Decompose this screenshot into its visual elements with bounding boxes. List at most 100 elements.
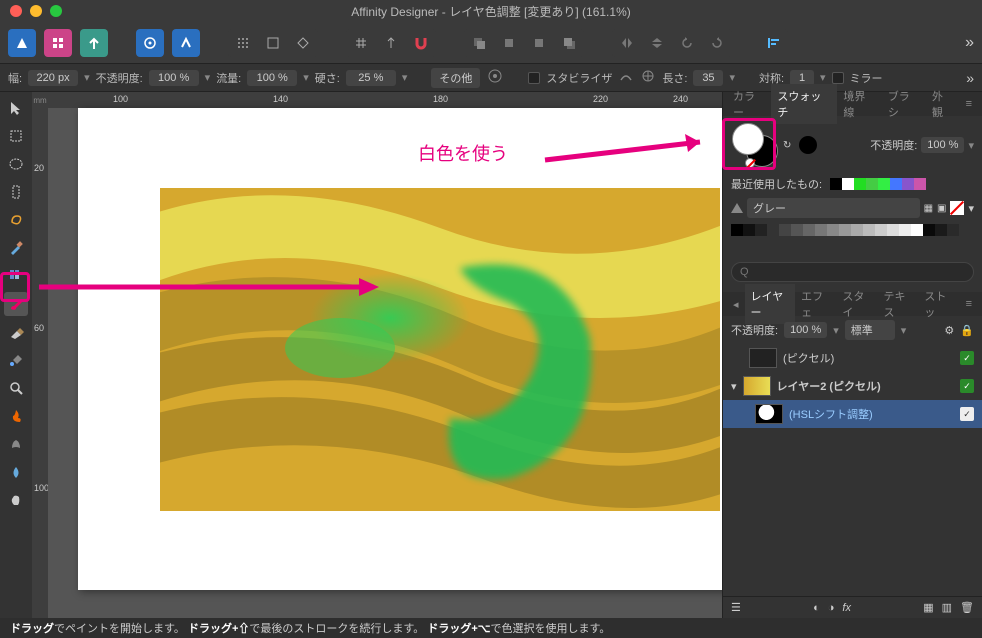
layer-visibility-checkbox[interactable]: ✓	[960, 379, 974, 393]
palette-swatch[interactable]	[779, 224, 791, 236]
swatch-opacity-value[interactable]: 100 %	[921, 137, 964, 153]
force-pressure-button[interactable]	[172, 29, 200, 57]
recent-color-swatch[interactable]	[902, 178, 914, 190]
recent-color-swatch[interactable]	[842, 178, 854, 190]
palette-swatch[interactable]	[767, 224, 779, 236]
palette-swatch[interactable]	[755, 224, 767, 236]
layer-expand-toggle[interactable]: ▾	[731, 380, 737, 393]
layer-blend-mode[interactable]: 標準	[845, 320, 895, 340]
palette-swatch[interactable]	[923, 224, 935, 236]
rect-marquee-tool[interactable]	[4, 124, 28, 148]
align-left-button[interactable]	[760, 29, 788, 57]
grid-iso-button[interactable]	[288, 29, 318, 57]
stabilizer-length-value[interactable]: 35	[693, 70, 723, 86]
toolbar-overflow-button[interactable]: »	[965, 34, 974, 52]
palette-swatch[interactable]	[875, 224, 887, 236]
arrange-forward-button[interactable]	[524, 29, 554, 57]
fill-color-well[interactable]	[732, 123, 764, 155]
rotate-cw-button[interactable]	[702, 29, 732, 57]
designer-persona-button[interactable]	[8, 29, 36, 57]
precise-clip-button[interactable]	[136, 29, 164, 57]
layer-visibility-checkbox[interactable]: ✓	[960, 407, 974, 421]
recent-color-swatch[interactable]	[914, 178, 926, 190]
layer-row[interactable]: (HSLシフト調整) ✓	[723, 400, 982, 428]
swatch-none-button[interactable]	[950, 201, 964, 215]
swatch-grid-small-button[interactable]: ▦	[924, 203, 933, 214]
color-well[interactable]	[731, 122, 779, 168]
stabilizer-rope-icon[interactable]	[618, 68, 634, 87]
mask-layer-button[interactable]: ◐	[813, 602, 820, 614]
delete-layer-button[interactable]: 🗑	[960, 601, 974, 614]
pixel-persona-button[interactable]	[44, 29, 72, 57]
palette-swatch[interactable]	[851, 224, 863, 236]
palette-swatch[interactable]	[803, 224, 815, 236]
layer-row[interactable]: (ピクセル) ✓	[723, 344, 982, 372]
fx-layer-button[interactable]: fx	[842, 602, 851, 614]
palette-swatch[interactable]	[731, 224, 743, 236]
adjustment-layer-button[interactable]: ◑	[828, 602, 835, 614]
search-input[interactable]	[731, 262, 974, 282]
snap-guides-button[interactable]	[376, 29, 406, 57]
mirror-checkbox[interactable]	[832, 72, 844, 84]
flood-select-tool[interactable]	[4, 264, 28, 288]
zoom-tool[interactable]	[4, 376, 28, 400]
layer-row[interactable]: ▾ レイヤー2 (ピクセル) ✓	[723, 372, 982, 400]
brush-flow-value[interactable]: 100 %	[247, 70, 297, 86]
palette-swatch[interactable]	[827, 224, 839, 236]
arrange-back-button[interactable]	[464, 29, 494, 57]
swatch-grid-large-button[interactable]: ▣	[937, 203, 946, 214]
recent-color-swatch[interactable]	[854, 178, 866, 190]
palette-selector[interactable]: グレー	[747, 198, 920, 218]
palette-swatch[interactable]	[815, 224, 827, 236]
snap-magnet-button[interactable]	[406, 29, 436, 57]
blur-tool[interactable]	[4, 460, 28, 484]
recent-color-swatch[interactable]	[890, 178, 902, 190]
column-marquee-tool[interactable]	[4, 180, 28, 204]
ruler-vertical[interactable]: 20 60 100	[32, 108, 48, 618]
palette-swatch[interactable]	[791, 224, 803, 236]
palette-swatch[interactable]	[887, 224, 899, 236]
palette-swatch[interactable]	[911, 224, 923, 236]
burn-tool[interactable]	[4, 404, 28, 428]
swap-colors-icon[interactable]: ↻	[783, 140, 791, 151]
palette-swatch[interactable]	[947, 224, 959, 236]
paint-brush-tool[interactable]	[4, 292, 28, 316]
add-layer-button[interactable]: ▥	[942, 601, 952, 614]
palette-swatch[interactable]	[839, 224, 851, 236]
snap-grid-button[interactable]	[346, 29, 376, 57]
flip-h-button[interactable]	[612, 29, 642, 57]
smudge-tool[interactable]	[4, 432, 28, 456]
layer-opacity-value[interactable]: 100 %	[784, 322, 827, 338]
swatch-add-button[interactable]: ▾	[968, 202, 974, 215]
brush-width-value[interactable]: 220 px	[28, 70, 78, 86]
brush-more-dropdown[interactable]: その他	[431, 68, 480, 88]
panel-menu-button[interactable]: ≡	[960, 94, 978, 114]
recent-color-swatch[interactable]	[866, 178, 878, 190]
rotate-ccw-button[interactable]	[672, 29, 702, 57]
secondary-color-well[interactable]	[799, 136, 817, 154]
fill-tool[interactable]	[4, 348, 28, 372]
grid-dots-button[interactable]	[228, 29, 258, 57]
contextbar-overflow-button[interactable]: »	[966, 70, 974, 86]
recent-color-swatch[interactable]	[830, 178, 842, 190]
canvas-area[interactable]: mm 100 140 180 220 240 20 60 100	[32, 92, 722, 618]
selection-brush-tool[interactable]	[4, 236, 28, 260]
palette-swatch[interactable]	[863, 224, 875, 236]
arrange-front-button[interactable]	[554, 29, 584, 57]
brush-hardness-value[interactable]: 25 %	[346, 70, 396, 86]
export-persona-button[interactable]	[80, 29, 108, 57]
layer-lock-icon[interactable]: 🔒	[960, 324, 974, 337]
erase-brush-tool[interactable]	[4, 320, 28, 344]
grid-solid-button[interactable]	[258, 29, 288, 57]
stabilizer-window-icon[interactable]	[640, 68, 656, 87]
stabilizer-checkbox[interactable]	[528, 72, 540, 84]
add-pixel-layer-button[interactable]: ▦	[923, 601, 933, 614]
move-tool[interactable]	[4, 96, 28, 120]
brush-opacity-value[interactable]: 100 %	[149, 70, 199, 86]
palette-swatch[interactable]	[899, 224, 911, 236]
freehand-select-tool[interactable]	[4, 208, 28, 232]
panel-menu-button[interactable]: ≡	[960, 294, 978, 314]
flip-v-button[interactable]	[642, 29, 672, 57]
palette-swatch[interactable]	[743, 224, 755, 236]
brush-target-icon[interactable]	[486, 67, 504, 88]
